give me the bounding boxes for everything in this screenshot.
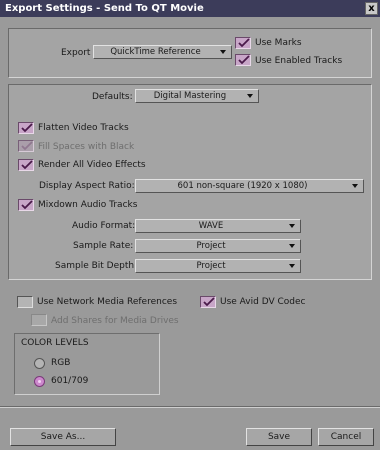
use-marks-label: Use Marks [255, 38, 302, 48]
avid-dv-codec-label: Use Avid DV Codec [220, 297, 306, 307]
checkmark-icon [21, 141, 33, 151]
fill-spaces-label: Fill Spaces with Black [38, 142, 135, 152]
export-as-value: QuickTime Reference [110, 47, 201, 57]
chevron-down-icon [289, 264, 295, 268]
checkmark-icon [21, 200, 33, 210]
sample-bit-depth-dropdown[interactable]: Project [135, 259, 301, 273]
flatten-video-tracks-checkbox[interactable] [18, 122, 34, 134]
avid-dv-codec-checkbox[interactable] [200, 296, 216, 308]
add-shares-label: Add Shares for Media Drives [51, 316, 179, 326]
close-button[interactable]: x [365, 2, 378, 15]
mixdown-audio-label: Mixdown Audio Tracks [38, 200, 138, 210]
checkmark-icon [238, 38, 250, 48]
aspect-ratio-label: Display Aspect Ratio: [39, 181, 135, 191]
export-panel: Export As: QuickTime Reference Use Marks… [8, 28, 372, 78]
sample-bit-depth-label: Sample Bit Depth: [55, 261, 138, 271]
chevron-down-icon [289, 224, 295, 228]
export-as-dropdown[interactable]: QuickTime Reference [93, 45, 232, 59]
settings-panel: Defaults: Digital Mastering Flatten Vide… [8, 84, 372, 280]
save-button[interactable]: Save [246, 428, 312, 446]
defaults-dropdown[interactable]: Digital Mastering [135, 89, 259, 103]
audio-format-value: WAVE [198, 221, 224, 231]
chevron-down-icon [247, 94, 253, 98]
defaults-label: Defaults: [92, 92, 133, 102]
chevron-down-icon [352, 184, 358, 188]
checkmark-icon [238, 55, 250, 65]
aspect-ratio-value: 601 non-square (1920 x 1080) [177, 181, 308, 191]
aspect-ratio-dropdown[interactable]: 601 non-square (1920 x 1080) [135, 179, 364, 193]
checkmark-icon [21, 160, 33, 170]
601-709-radio-label: 601/709 [51, 376, 89, 386]
use-enabled-tracks-label: Use Enabled Tracks [255, 56, 343, 66]
defaults-value: Digital Mastering [153, 91, 227, 101]
rgb-radio[interactable] [34, 358, 45, 369]
color-levels-title: COLOR LEVELS [21, 338, 89, 348]
flatten-video-tracks-label: Flatten Video Tracks [38, 123, 129, 133]
sample-rate-dropdown[interactable]: Project [135, 239, 301, 253]
rgb-radio-label: RGB [51, 358, 71, 368]
use-marks-checkbox[interactable] [235, 37, 251, 49]
footer-divider [0, 406, 380, 408]
render-video-effects-checkbox[interactable] [18, 159, 34, 171]
sample-rate-value: Project [196, 241, 226, 251]
checkmark-icon [203, 297, 215, 307]
render-video-effects-label: Render All Video Effects [38, 160, 146, 170]
fill-spaces-checkbox [18, 140, 34, 152]
save-as-button[interactable]: Save As... [10, 428, 116, 446]
title-bar: Export Settings - Send To QT Movie x [0, 0, 380, 17]
audio-format-label: Audio Format: [72, 221, 136, 231]
use-enabled-tracks-checkbox[interactable] [235, 54, 251, 66]
sample-rate-label: Sample Rate: [73, 241, 134, 251]
window-title: Export Settings - Send To QT Movie [5, 3, 204, 14]
add-shares-checkbox [31, 314, 47, 326]
network-media-refs-checkbox[interactable] [17, 296, 33, 308]
mixdown-audio-checkbox[interactable] [18, 199, 34, 211]
chevron-down-icon [220, 50, 226, 54]
network-media-refs-label: Use Network Media References [37, 297, 178, 307]
checkmark-icon [21, 123, 33, 133]
cancel-button[interactable]: Cancel [318, 428, 374, 446]
audio-format-dropdown[interactable]: WAVE [135, 219, 301, 233]
601-709-radio[interactable] [34, 376, 45, 387]
sample-bit-depth-value: Project [196, 261, 226, 271]
chevron-down-icon [289, 244, 295, 248]
color-levels-group: COLOR LEVELS RGB 601/709 [14, 333, 160, 395]
